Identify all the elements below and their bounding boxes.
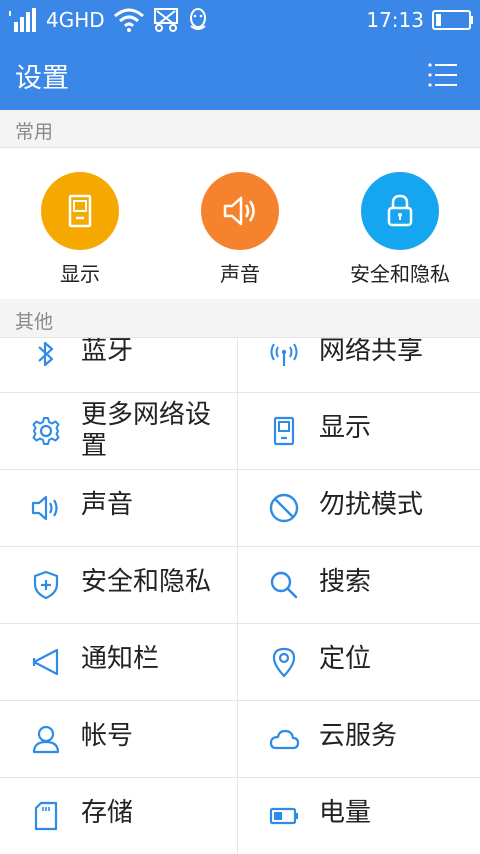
setting-storage[interactable]: 存储 — [0, 778, 238, 854]
location-icon — [272, 647, 296, 678]
sound-shortcut-circle — [201, 172, 279, 250]
setting-cloud-service[interactable]: 云服务 — [238, 701, 480, 778]
setting-search[interactable]: 搜索 — [238, 547, 480, 624]
setting-battery[interactable]: 电量 — [238, 778, 480, 854]
battery-status-icon — [432, 9, 474, 31]
setting-location[interactable]: 定位 — [238, 624, 480, 701]
setting-label: 定位 — [319, 644, 372, 674]
setting-label: 云服务 — [319, 721, 398, 751]
setting-label: 勿扰模式 — [319, 490, 424, 520]
section-header-common: 常用 — [0, 110, 480, 148]
setting-label: 更多网络设置 — [81, 400, 212, 461]
setting-label: 帐号 — [81, 721, 134, 751]
setting-label: 电量 — [319, 798, 372, 828]
shortcut-label: 安全和隐私 — [350, 262, 450, 286]
setting-label: 搜索 — [319, 567, 372, 597]
lock-icon — [387, 194, 413, 227]
setting-security[interactable]: 安全和隐私 — [0, 547, 238, 624]
cloud-icon — [269, 729, 300, 750]
search-icon — [270, 571, 298, 599]
status-bar: 4GHD 17:13 — [0, 0, 480, 40]
settings-grid: 蓝牙 网络共享 更多网络设置 显示 声音 勿扰模式 安全和隐私 搜索 通知栏 定… — [0, 338, 480, 854]
shortcut-security[interactable]: 安全和隐私 — [320, 172, 480, 287]
setting-label: 安全和隐私 — [81, 567, 212, 597]
menu-button[interactable] — [428, 60, 458, 90]
shortcut-display[interactable]: 显示 — [0, 172, 160, 287]
setting-account[interactable]: 帐号 — [0, 701, 238, 778]
setting-display[interactable]: 显示 — [238, 393, 480, 470]
common-shortcuts: 显示 声音 安全和隐私 — [0, 148, 480, 299]
section-header-other: 其他 — [0, 299, 480, 338]
section-title: 常用 — [15, 121, 54, 143]
qq-icon — [187, 8, 209, 32]
list-menu-icon — [428, 63, 457, 87]
speaker-icon — [223, 196, 255, 226]
setting-label: 网络共享 — [319, 338, 424, 366]
battery-icon — [269, 807, 298, 825]
shortcut-sound[interactable]: 声音 — [160, 172, 320, 287]
clock: 17:13 — [366, 8, 424, 32]
setting-tethering[interactable]: 网络共享 — [238, 338, 480, 393]
speaker-icon — [31, 495, 58, 521]
setting-more-network[interactable]: 更多网络设置 — [0, 393, 238, 470]
gear-icon — [32, 417, 60, 445]
shield-icon — [33, 570, 59, 600]
setting-label: 通知栏 — [81, 644, 160, 674]
section-title: 其他 — [15, 311, 54, 333]
page-title: 设置 — [15, 63, 69, 94]
setting-bluetooth[interactable]: 蓝牙 — [0, 338, 238, 393]
display-icon — [68, 194, 92, 228]
wifi-icon — [113, 8, 145, 32]
shortcut-label: 显示 — [60, 262, 100, 286]
network-type: 4GHD — [46, 8, 105, 32]
setting-label: 声音 — [81, 490, 134, 520]
setting-notification-bar[interactable]: 通知栏 — [0, 624, 238, 701]
setting-label: 显示 — [319, 413, 372, 443]
display-icon — [273, 416, 295, 446]
security-shortcut-circle — [361, 172, 439, 250]
setting-label: 蓝牙 — [81, 338, 134, 366]
hotspot-icon — [270, 343, 298, 366]
signal-icon — [8, 8, 38, 32]
shortcut-label: 声音 — [220, 262, 260, 286]
setting-sound[interactable]: 声音 — [0, 470, 238, 547]
bluetooth-icon — [38, 341, 54, 367]
notification-icon — [32, 648, 59, 676]
sd-card-icon — [34, 801, 58, 831]
do-not-disturb-icon — [269, 493, 299, 523]
display-shortcut-circle — [41, 172, 119, 250]
app-bar: 设置 — [0, 40, 480, 110]
setting-label: 存储 — [81, 798, 134, 828]
account-icon — [32, 725, 60, 754]
setting-do-not-disturb[interactable]: 勿扰模式 — [238, 470, 480, 547]
screenshot-icon — [153, 8, 179, 32]
